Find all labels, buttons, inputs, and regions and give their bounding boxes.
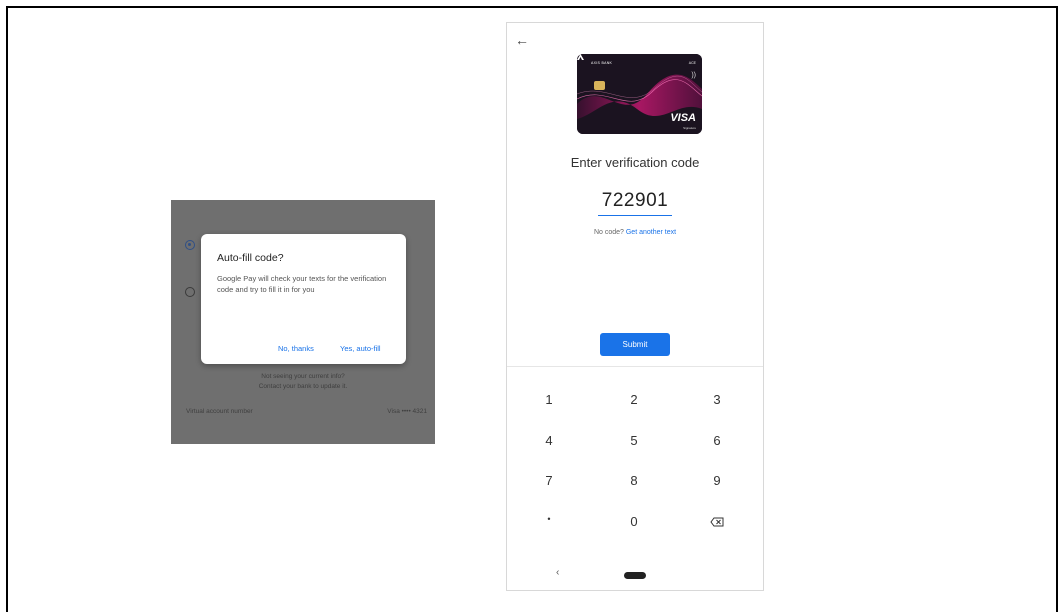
- virtual-account-value: Visa •••• 4321: [387, 408, 427, 415]
- key-3[interactable]: 3: [697, 392, 737, 407]
- system-nav-bar: ‹: [507, 559, 763, 590]
- key-6[interactable]: 6: [697, 433, 737, 448]
- key-8[interactable]: 8: [614, 473, 654, 488]
- chevron-left-icon[interactable]: ‹: [556, 567, 559, 578]
- verification-code-input[interactable]: 722901: [507, 190, 763, 212]
- no-thanks-button[interactable]: No, thanks: [278, 344, 314, 353]
- dialog-body: Google Pay will check your texts for the…: [217, 274, 387, 294]
- key-2[interactable]: 2: [614, 392, 654, 407]
- card-bank-name: AXIS BANK: [591, 61, 613, 65]
- home-pill-icon[interactable]: [624, 572, 646, 579]
- key-dot[interactable]: •: [529, 514, 569, 524]
- code-underline: [598, 215, 672, 216]
- autofill-dialog-screenshot: Auto-fill code? Google Pay will check yo…: [171, 200, 435, 444]
- autofill-dialog: Auto-fill code? Google Pay will check yo…: [201, 234, 406, 364]
- card-brand: VISA: [670, 112, 696, 124]
- dialog-title: Auto-fill code?: [217, 252, 284, 264]
- yes-autofill-button[interactable]: Yes, auto-fill: [340, 344, 381, 353]
- card-brand-sub: Signature: [683, 126, 696, 130]
- radio-unselected[interactable]: [185, 287, 195, 297]
- contactless-icon: )): [691, 72, 696, 79]
- verification-screenshot: ← AXIS BANK ACE )) VISA Signature Enter …: [506, 22, 764, 591]
- info-line-2[interactable]: Contact your bank to update it.: [171, 383, 435, 390]
- submit-button[interactable]: Submit: [600, 333, 670, 356]
- card-tag: ACE: [688, 61, 696, 65]
- axis-logo-icon: [577, 54, 584, 60]
- no-code-label: No code?: [593, 229, 624, 236]
- key-9[interactable]: 9: [697, 473, 737, 488]
- info-line-1: Not seeing your current info?: [261, 373, 345, 380]
- no-code-row: No code? Get another text: [507, 229, 763, 236]
- key-4[interactable]: 4: [529, 433, 569, 448]
- card-chip: [594, 81, 605, 90]
- bank-card-image: AXIS BANK ACE )) VISA Signature: [577, 54, 702, 134]
- numeric-keypad: 1 2 3 4 5 6 7 8 9 • 0: [507, 366, 763, 560]
- key-0[interactable]: 0: [614, 514, 654, 529]
- radio-selected[interactable]: [185, 240, 195, 250]
- backspace-icon[interactable]: [710, 517, 724, 527]
- key-7[interactable]: 7: [529, 473, 569, 488]
- virtual-account-label: Virtual account number: [186, 408, 253, 415]
- key-5[interactable]: 5: [614, 433, 654, 448]
- key-1[interactable]: 1: [529, 392, 569, 407]
- get-another-text-link[interactable]: Get another text: [626, 229, 676, 236]
- arrow-left-icon[interactable]: ←: [515, 32, 529, 48]
- page-title: Enter verification code: [570, 155, 700, 170]
